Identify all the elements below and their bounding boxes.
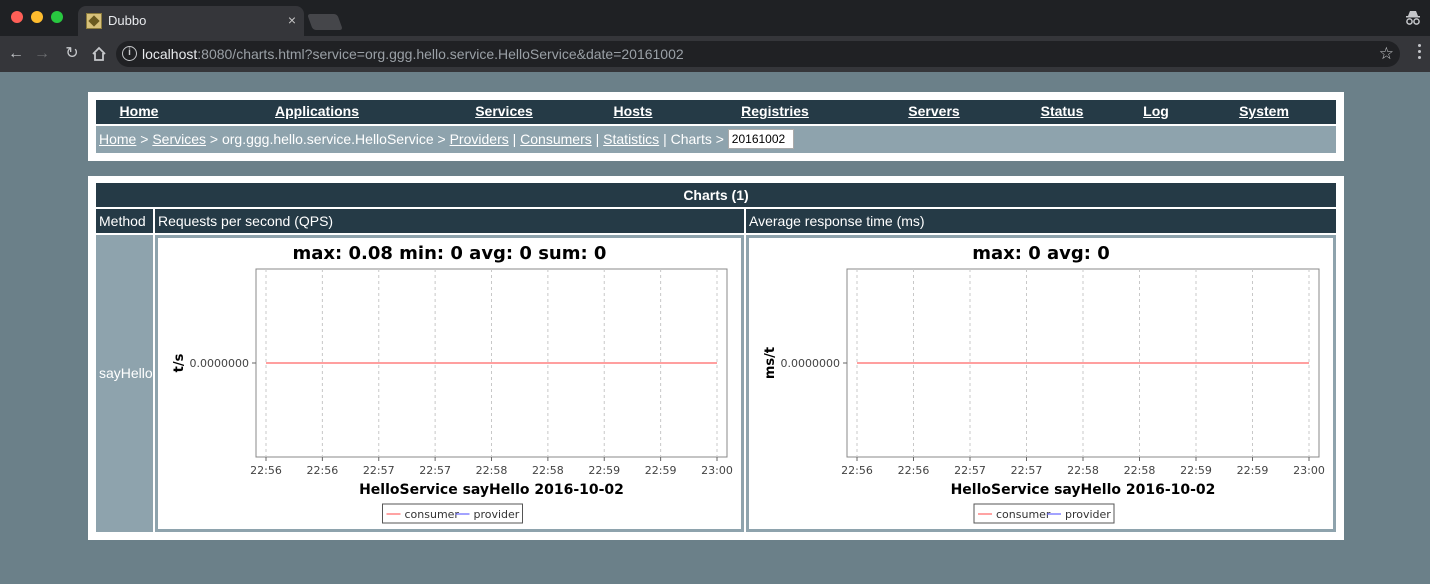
tab-title: Dubbo: [108, 13, 147, 28]
qps-column-header: Requests per second (QPS): [155, 209, 744, 233]
response-time-column-header: Average response time (ms): [746, 209, 1336, 233]
breadcrumb-statistics-link[interactable]: Statistics: [603, 131, 659, 147]
menu-system-link[interactable]: System: [1239, 103, 1289, 119]
menu-home-link[interactable]: Home: [120, 103, 159, 119]
x-tick-label: 22:58: [1124, 464, 1156, 477]
legend-label: provider: [474, 508, 520, 521]
browser-menu-icon[interactable]: [1418, 44, 1422, 64]
qps-chart-cell: max: 0.08 min: 0 avg: 0 sum: 0 22:56 22:56…: [155, 235, 744, 532]
breadcrumb-services-link[interactable]: Services: [152, 131, 206, 147]
info-icon[interactable]: i: [122, 46, 137, 61]
url-text: localhost:8080/charts.html?service=org.g…: [142, 46, 684, 62]
menu-applications-link[interactable]: Applications: [275, 103, 359, 119]
breadcrumb-providers-link[interactable]: Providers: [450, 131, 509, 147]
menu-servers-link[interactable]: Servers: [908, 103, 959, 119]
breadcrumb-service-name: > org.ggg.hello.service.HelloService >: [206, 131, 450, 147]
y-axis-label: t/s: [172, 353, 187, 372]
x-tick-label: 22:58: [1067, 464, 1099, 477]
breadcrumb-home-link[interactable]: Home: [99, 131, 136, 147]
incognito-icon: [1406, 11, 1420, 25]
breadcrumb-separator: >: [136, 131, 153, 147]
home-icon[interactable]: [89, 44, 109, 64]
x-axis-label: HelloService sayHello 2016-10-02: [359, 482, 624, 498]
x-tick-label: 22:56: [250, 464, 282, 477]
breadcrumb: Home > Services > org.ggg.hello.service.…: [96, 126, 1336, 153]
x-tick-label: 22:57: [363, 464, 395, 477]
charts-table-title: Charts (1): [96, 183, 1336, 207]
forward-arrow-icon[interactable]: →: [32, 44, 52, 64]
x-tick-label: 23:00: [1293, 464, 1325, 477]
menu-services-link[interactable]: Services: [475, 103, 533, 119]
response-time-chart: max: 0 avg: 0 22:56 22:56 22:57 22:57 22:58 22…: [763, 243, 1325, 524]
y-tick-label: 0.0000000: [781, 357, 841, 370]
breadcrumb-separator: |: [508, 131, 521, 147]
browser-toolbar: ← → ↻ i localhost:8080/charts.html?servi…: [0, 36, 1430, 72]
x-tick-label: 22:57: [1011, 464, 1043, 477]
chart-title: max: 0.08 min: 0 avg: 0 sum: 0: [293, 243, 607, 264]
breadcrumb-charts-label: | Charts >: [659, 131, 728, 147]
x-tick-label: 22:59: [1237, 464, 1269, 477]
chart-title: max: 0 avg: 0: [972, 243, 1110, 264]
date-input[interactable]: [727, 128, 794, 149]
x-tick-label: 22:58: [476, 464, 508, 477]
method-name-cell: sayHello: [96, 235, 153, 532]
y-tick-label: 0.0000000: [190, 357, 250, 370]
menu-registries-link[interactable]: Registries: [741, 103, 809, 119]
legend-label: provider: [1065, 508, 1111, 521]
x-tick-label: 22:58: [532, 464, 564, 477]
bookmark-star-icon[interactable]: ☆: [1379, 44, 1394, 64]
x-tick-label: 22:59: [645, 464, 677, 477]
address-bar[interactable]: i localhost:8080/charts.html?service=org…: [116, 41, 1400, 67]
navigation-panel: Home Applications Services Hosts Registr…: [88, 92, 1344, 161]
menu-status-link[interactable]: Status: [1041, 103, 1084, 119]
x-tick-label: 23:00: [701, 464, 733, 477]
y-axis-label: ms/t: [763, 347, 778, 379]
new-tab-button[interactable]: [307, 14, 343, 30]
window-maximize-button[interactable]: [51, 11, 63, 23]
dubbo-favicon-icon: [86, 13, 102, 29]
menu-log-link[interactable]: Log: [1143, 103, 1169, 119]
browser-tab[interactable]: Dubbo ×: [78, 6, 304, 36]
charts-panel: Charts (1) Method Requests per second (Q…: [88, 176, 1344, 540]
x-tick-label: 22:56: [841, 464, 873, 477]
x-tick-label: 22:59: [588, 464, 620, 477]
legend-label: consumer: [996, 508, 1051, 521]
x-tick-label: 22:56: [307, 464, 339, 477]
qps-chart: max: 0.08 min: 0 avg: 0 sum: 0 22:56 22:56…: [172, 243, 733, 524]
reload-icon[interactable]: ↻: [62, 44, 82, 64]
x-tick-label: 22:56: [898, 464, 930, 477]
x-tick-label: 22:57: [954, 464, 986, 477]
breadcrumb-separator: |: [591, 131, 604, 147]
x-tick-label: 22:59: [1180, 464, 1212, 477]
method-column-header: Method: [96, 209, 153, 233]
x-axis-label: HelloService sayHello 2016-10-02: [951, 482, 1216, 498]
menu-hosts-link[interactable]: Hosts: [614, 103, 653, 119]
response-time-chart-cell: max: 0 avg: 0 22:56 22:56 22:57 22:57 22:58 22…: [746, 235, 1336, 532]
x-tick-label: 22:57: [419, 464, 451, 477]
breadcrumb-consumers-link[interactable]: Consumers: [520, 131, 592, 147]
legend-label: consumer: [405, 508, 460, 521]
tab-close-icon[interactable]: ×: [288, 12, 296, 28]
window-close-button[interactable]: [11, 11, 23, 23]
browser-tab-bar: Dubbo ×: [0, 0, 1430, 36]
window-minimize-button[interactable]: [31, 11, 43, 23]
main-menu: Home Applications Services Hosts Registr…: [96, 100, 1336, 124]
back-arrow-icon[interactable]: ←: [6, 44, 26, 64]
